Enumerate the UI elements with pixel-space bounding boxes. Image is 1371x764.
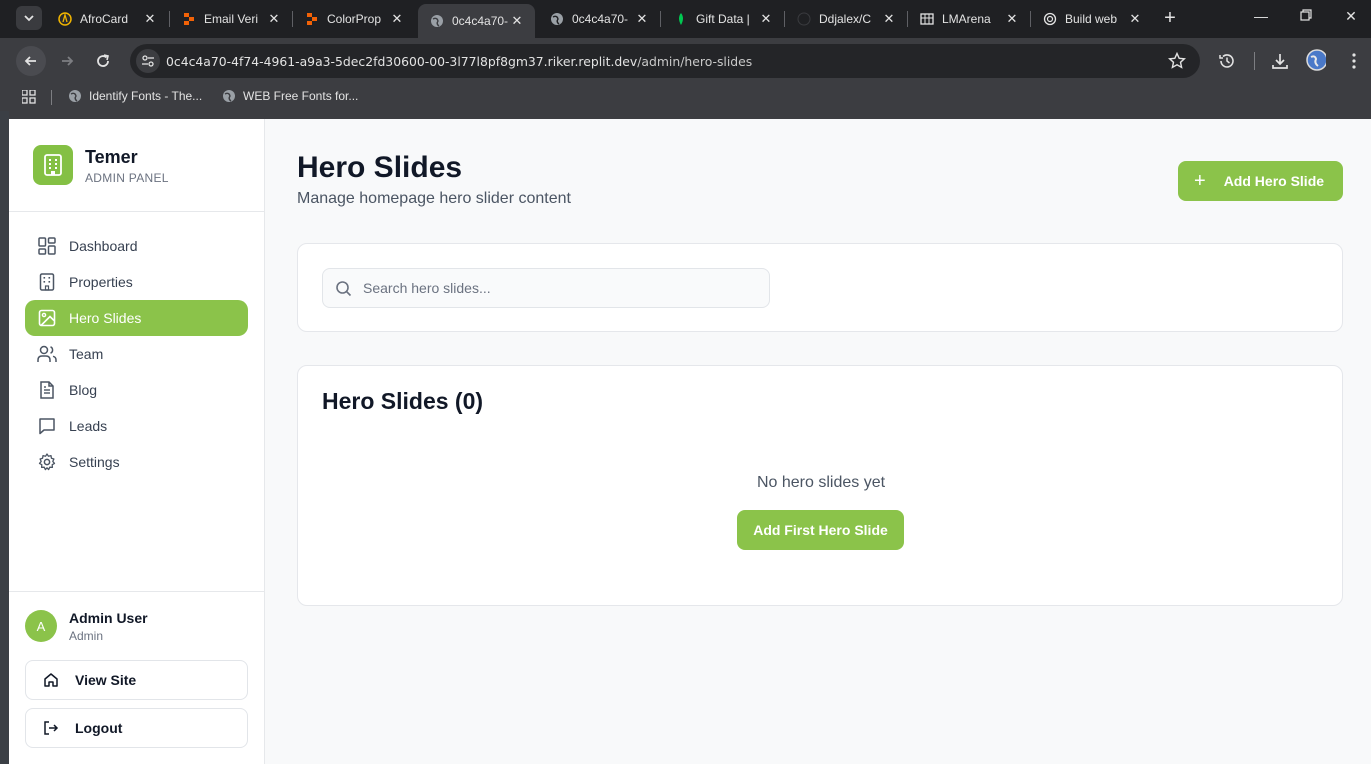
sidebar-nav: Dashboard Properties Hero Slides Team Bl… (25, 228, 248, 480)
minimize-icon[interactable]: — (1251, 8, 1271, 24)
browser-tab[interactable]: ColorProp ✕ (293, 4, 415, 34)
brand-subtitle: ADMIN PANEL (85, 171, 169, 185)
sidebar-item-hero-slides[interactable]: Hero Slides (25, 300, 248, 336)
globe-icon (223, 90, 235, 102)
desktop-edge (0, 111, 9, 764)
globe-icon (430, 14, 444, 28)
browser-edge (0, 111, 1371, 119)
browser-tab[interactable]: LMArena ✕ (908, 4, 1030, 34)
sidebar: Temer ADMIN PANEL Dashboard Properties H… (9, 119, 265, 764)
browser-tab[interactable]: Ddjalex/C ✕ (785, 4, 907, 34)
close-tab-icon[interactable]: ✕ (142, 11, 158, 27)
message-icon (37, 416, 57, 436)
bookmark-star-icon[interactable] (1167, 51, 1187, 75)
sidebar-item-team[interactable]: Team (25, 336, 248, 372)
building-icon (37, 272, 57, 292)
sidebar-item-properties[interactable]: Properties (25, 264, 248, 300)
reload-button[interactable] (88, 46, 118, 76)
browser-tab-active[interactable]: 0c4c4a70- ✕ (418, 4, 535, 38)
building-logo-icon (33, 145, 73, 185)
globe-icon (550, 12, 564, 26)
brand-header: Temer ADMIN PANEL (9, 119, 264, 212)
close-tab-icon[interactable]: ✕ (389, 11, 405, 27)
search-card (297, 243, 1343, 332)
history-icon[interactable] (1217, 51, 1237, 71)
sidebar-item-settings[interactable]: Settings (25, 444, 248, 480)
sidebar-item-blog[interactable]: Blog (25, 372, 248, 408)
page-subtitle: Manage homepage hero slider content (297, 190, 571, 207)
plus-icon: + (1194, 170, 1206, 192)
bookmarks-bar: Identify Fonts - The... WEB Free Fonts f… (0, 84, 1371, 111)
close-tab-icon[interactable]: ✕ (1004, 11, 1020, 27)
browser-tab[interactable]: Build web ✕ (1031, 4, 1153, 34)
sidebar-item-dashboard[interactable]: Dashboard (25, 228, 248, 264)
chevron-down-icon (24, 15, 34, 22)
file-text-icon (37, 380, 57, 400)
tab-search-button[interactable] (16, 6, 42, 30)
gear-icon (37, 452, 57, 472)
address-bar[interactable]: 0c4c4a70-4f74-4961-a9a3-5dec2fd30600-00-… (130, 44, 1200, 78)
browser-tab[interactable]: Email Veri ✕ (170, 4, 292, 34)
sidebar-item-leads[interactable]: Leads (25, 408, 248, 444)
download-icon[interactable] (1270, 51, 1290, 71)
bookmark-item[interactable]: Identify Fonts - The... (68, 89, 202, 103)
logout-icon (42, 719, 60, 737)
close-tab-icon[interactable]: ✕ (266, 11, 282, 27)
sidebar-footer: A Admin User Admin View Site Logout (9, 591, 264, 764)
search-box (322, 268, 770, 308)
new-tab-icon[interactable]: + (1160, 8, 1180, 28)
browser-tab[interactable]: 0c4c4a70- ✕ (538, 4, 660, 34)
site-info-icon[interactable] (136, 49, 160, 73)
profile-avatar-icon[interactable] (1306, 49, 1326, 71)
close-tab-icon[interactable]: ✕ (509, 13, 525, 29)
replit-icon (182, 12, 196, 26)
leaf-icon (674, 12, 688, 26)
brand-name: Temer (85, 147, 138, 167)
user-name: Admin User (69, 610, 148, 626)
arrow-right-icon (62, 56, 74, 66)
close-tab-icon[interactable]: ✕ (1127, 11, 1143, 27)
close-tab-icon[interactable]: ✕ (634, 11, 650, 27)
browser-toolbar: 0c4c4a70-4f74-4961-a9a3-5dec2fd30600-00-… (0, 38, 1371, 84)
avatar: A (25, 610, 57, 642)
search-icon (336, 281, 352, 297)
empty-state-text: No hero slides yet (756, 474, 886, 491)
browser-tab[interactable]: Gift Data | ✕ (662, 4, 784, 34)
arrow-left-icon (24, 56, 36, 66)
add-hero-slide-button[interactable]: + Add Hero Slide (1178, 161, 1343, 201)
browser-tab[interactable]: AfroCard ✕ (46, 4, 168, 34)
browser-tab-strip: AfroCard ✕ Email Veri ✕ ColorProp ✕ 0c4c… (0, 0, 1371, 38)
grid-icon (920, 12, 934, 26)
main-content: Hero Slides Manage homepage hero slider … (265, 119, 1371, 764)
user-role: Admin (69, 629, 104, 643)
image-icon (37, 308, 57, 328)
hero-slides-card: Hero Slides (0) No hero slides yet Add F… (297, 365, 1343, 606)
admin-page: Temer ADMIN PANEL Dashboard Properties H… (9, 119, 1371, 764)
more-menu-icon[interactable] (1344, 51, 1364, 71)
view-site-button[interactable]: View Site (25, 660, 248, 700)
reload-icon (97, 54, 109, 67)
apps-grid-icon[interactable] (21, 89, 36, 109)
bookmark-item[interactable]: WEB Free Fonts for... (222, 89, 358, 103)
home-icon (42, 671, 60, 689)
replit-icon (305, 12, 319, 26)
openai-icon (1043, 12, 1057, 26)
search-input[interactable] (363, 269, 763, 307)
afrocard-icon (58, 12, 72, 26)
dashboard-icon (37, 236, 57, 256)
logout-button[interactable]: Logout (25, 708, 248, 748)
back-button[interactable] (16, 46, 46, 76)
close-tab-icon[interactable]: ✕ (758, 11, 774, 27)
forward-button[interactable] (52, 46, 82, 76)
github-icon (797, 12, 811, 26)
close-window-icon[interactable]: ✕ (1341, 8, 1361, 25)
restore-icon[interactable] (1296, 8, 1316, 24)
users-icon (37, 344, 57, 364)
close-tab-icon[interactable]: ✕ (881, 11, 897, 27)
page-title: Hero Slides (297, 151, 463, 184)
list-title: Hero Slides (0) (322, 388, 484, 414)
add-first-hero-slide-button[interactable]: Add First Hero Slide (737, 510, 904, 550)
globe-icon (69, 90, 81, 102)
url-text: 0c4c4a70-4f74-4961-a9a3-5dec2fd30600-00-… (166, 54, 753, 69)
